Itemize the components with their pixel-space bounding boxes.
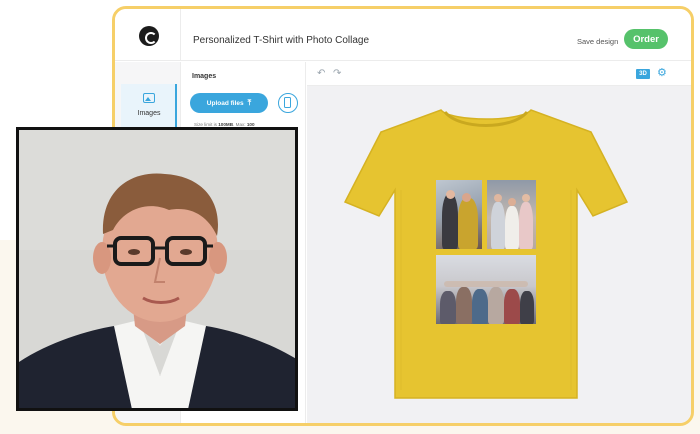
collage-photo[interactable] (487, 180, 536, 249)
view-3d-button[interactable]: 3D (636, 69, 650, 79)
phone-upload-button[interactable] (278, 93, 298, 113)
portrait-photo (16, 127, 298, 411)
image-icon (143, 93, 155, 103)
undo-icon[interactable]: ↶ (317, 68, 325, 79)
rail-item-label: Images (137, 110, 161, 117)
photo-collage[interactable] (436, 180, 536, 324)
page-title: Personalized T-Shirt with Photo Collage (193, 35, 370, 46)
save-design-button[interactable]: Save design (577, 37, 618, 46)
upload-icon: ⤒ (247, 98, 252, 107)
logo-cell (115, 9, 181, 61)
stage: Personalized T-Shirt with Photo Collage … (0, 0, 700, 434)
collage-photo[interactable] (436, 255, 536, 324)
logo-icon[interactable] (139, 26, 159, 46)
upload-files-button[interactable]: Upload files ⤒ (190, 93, 268, 113)
upload-label: Upload files (206, 99, 244, 107)
collage-photo[interactable] (436, 180, 482, 249)
rail-item-images[interactable]: Images (121, 84, 177, 132)
order-button[interactable]: Order (624, 29, 668, 49)
portrait-illustration (19, 130, 295, 408)
panel-title: Images (192, 73, 217, 80)
design-canvas[interactable] (307, 86, 691, 423)
redo-icon[interactable]: ↷ (333, 68, 341, 79)
gear-icon[interactable]: ⚙ (657, 66, 667, 79)
canvas-toolbar: ↶ ↷ 3D ⚙ (307, 62, 691, 86)
top-bar: Personalized T-Shirt with Photo Collage … (115, 9, 691, 61)
